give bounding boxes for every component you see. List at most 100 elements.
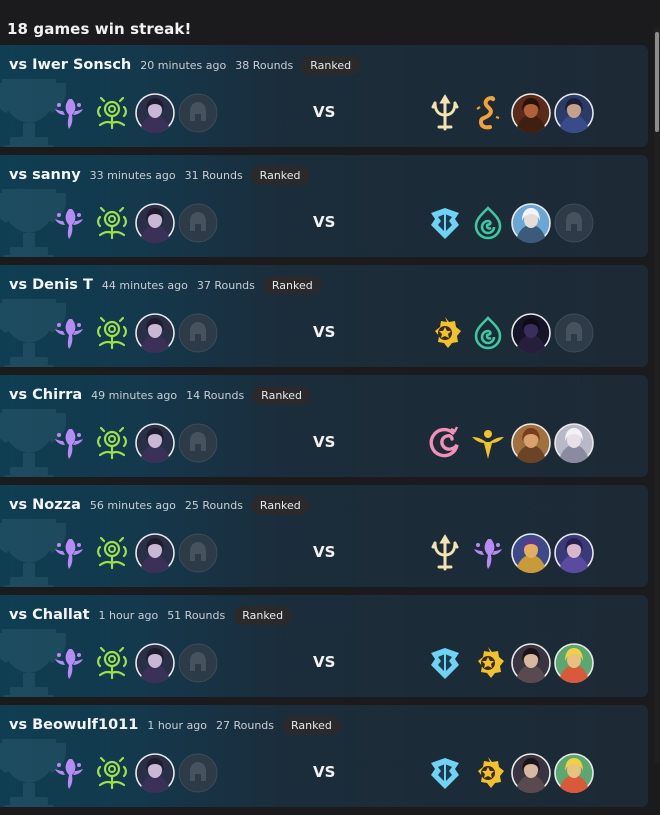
match-rounds: 25 Rounds — [184, 498, 243, 512]
goggles-portrait-icon — [554, 753, 594, 793]
opponent-name: vs Iwer Sonsch — [9, 57, 132, 73]
opponent-name: vs Challat — [9, 607, 90, 623]
match-history-list: vs Iwer Sonsch 20 minutes ago 38 Rounds Ran… — [0, 45, 648, 815]
gold-gear-icon — [468, 753, 508, 793]
match-card[interactable]: vs Nozza 56 minutes ago 25 Rounds Ranked VS — [0, 485, 648, 587]
locked-helmet-icon — [178, 533, 218, 573]
dark-hero-portrait-icon — [135, 753, 175, 793]
green-vine-icon — [92, 643, 132, 683]
player-team — [49, 753, 221, 793]
green-vine-icon — [92, 753, 132, 793]
opponent-name: vs Nozza — [9, 497, 81, 513]
armored-captain-portrait-icon — [554, 93, 594, 133]
match-rounds: 37 Rounds — [196, 278, 255, 292]
match-header: vs Beowulf1011 1 hour ago 27 Rounds Ranked — [9, 715, 341, 735]
match-card[interactable]: vs Denis T 44 minutes ago 37 Rounds Ranked V… — [0, 265, 648, 367]
match-header: vs Challat 1 hour ago 51 Rounds Ranked — [9, 605, 293, 625]
violet-mage-portrait-icon — [554, 533, 594, 573]
win-streak-title: 18 games win streak! — [7, 20, 192, 38]
match-header: vs Nozza 56 minutes ago 25 Rounds Ranked — [9, 495, 310, 515]
locked-helmet-icon — [178, 423, 218, 463]
gold-gear-icon — [425, 313, 465, 353]
enemy-team — [425, 313, 597, 353]
mode-badge: Ranked — [250, 165, 310, 185]
match-time: 1 hour ago — [98, 608, 159, 622]
ice-crest-icon — [425, 753, 465, 793]
gold-gear-icon — [468, 643, 508, 683]
scrollbar-thumb[interactable] — [655, 32, 659, 132]
purple-spirit-icon — [49, 643, 89, 683]
match-header: vs Denis T 44 minutes ago 37 Rounds Ranked — [9, 275, 322, 295]
match-rounds: 27 Rounds — [215, 718, 275, 732]
match-time: 20 minutes ago — [140, 58, 227, 72]
vs-label: VS — [313, 433, 336, 451]
match-rounds: 31 Rounds — [184, 168, 243, 182]
player-team — [49, 203, 221, 243]
vs-label: VS — [313, 653, 336, 671]
white-haired-portrait-icon — [511, 203, 551, 243]
vs-label: VS — [313, 103, 336, 121]
purple-spirit-icon — [49, 313, 89, 353]
dark-hero-portrait-icon — [135, 203, 175, 243]
enemy-team — [425, 423, 597, 463]
teal-swirl-icon — [468, 203, 508, 243]
cream-trident-icon — [425, 93, 465, 133]
enemy-team — [425, 203, 597, 243]
shadow-knight-portrait-icon — [511, 313, 551, 353]
player-team — [49, 313, 221, 353]
match-rounds: 14 Rounds — [186, 388, 245, 402]
mode-badge: Ranked — [233, 605, 293, 625]
purple-spirit-icon — [49, 753, 89, 793]
green-vine-icon — [92, 313, 132, 353]
match-card[interactable]: vs sanny 33 minutes ago 31 Rounds Ranked VS — [0, 155, 648, 257]
opponent-name: vs Chirra — [9, 387, 83, 403]
locked-helmet-icon — [554, 313, 594, 353]
match-card[interactable]: vs Challat 1 hour ago 51 Rounds Ranked VS — [0, 595, 648, 697]
match-card[interactable]: vs Chirra 49 minutes ago 14 Rounds Ranked VS — [0, 375, 648, 477]
scrollbar[interactable] — [654, 28, 660, 763]
player-team — [49, 423, 221, 463]
match-header: vs sanny 33 minutes ago 31 Rounds Ranked — [9, 165, 310, 185]
green-vine-icon — [92, 533, 132, 573]
player-team — [49, 643, 221, 683]
match-time: 49 minutes ago — [91, 388, 178, 402]
gold-wings-icon — [468, 423, 508, 463]
match-time: 44 minutes ago — [101, 278, 188, 292]
match-time: 56 minutes ago — [89, 498, 176, 512]
goggles-portrait-icon — [554, 643, 594, 683]
match-card[interactable]: vs Iwer Sonsch 20 minutes ago 38 Rounds Ran… — [0, 45, 648, 147]
desert-warrior-portrait-icon — [511, 423, 551, 463]
locked-helmet-icon — [178, 643, 218, 683]
locked-helmet-icon — [178, 313, 218, 353]
opponent-name: vs Beowulf1011 — [9, 717, 139, 733]
vs-label: VS — [313, 323, 336, 341]
vs-label: VS — [313, 543, 336, 561]
ice-crest-icon — [425, 203, 465, 243]
match-time: 33 minutes ago — [89, 168, 176, 182]
opponent-name: vs sanny — [9, 167, 81, 183]
locked-helmet-icon — [178, 203, 218, 243]
masked-brawler-portrait-icon — [511, 93, 551, 133]
match-header: vs Iwer Sonsch 20 minutes ago 38 Rounds Ran… — [9, 55, 361, 75]
match-rounds: 51 Rounds — [167, 608, 226, 622]
match-rounds: 38 Rounds — [235, 58, 294, 72]
enemy-team — [425, 753, 597, 793]
dark-hero-portrait-icon — [135, 423, 175, 463]
enemy-team — [425, 643, 597, 683]
player-team — [49, 533, 221, 573]
green-vine-icon — [92, 93, 132, 133]
orange-serpent-icon — [468, 93, 508, 133]
mode-badge: Ranked — [252, 385, 312, 405]
dark-haired-portrait-icon — [511, 753, 551, 793]
enemy-team — [425, 93, 597, 133]
pink-dragon-icon — [425, 423, 465, 463]
yordle-portrait-icon — [511, 533, 551, 573]
mode-badge: Ranked — [262, 275, 322, 295]
mode-badge: Ranked — [282, 715, 341, 735]
purple-spirit-icon — [49, 533, 89, 573]
opponent-name: vs Denis T — [9, 277, 93, 293]
purple-spirit-icon — [468, 533, 508, 573]
match-card[interactable]: vs Beowulf1011 1 hour ago 27 Rounds Ranked V… — [0, 705, 648, 807]
dark-hero-portrait-icon — [135, 643, 175, 683]
dark-hero-portrait-icon — [135, 93, 175, 133]
